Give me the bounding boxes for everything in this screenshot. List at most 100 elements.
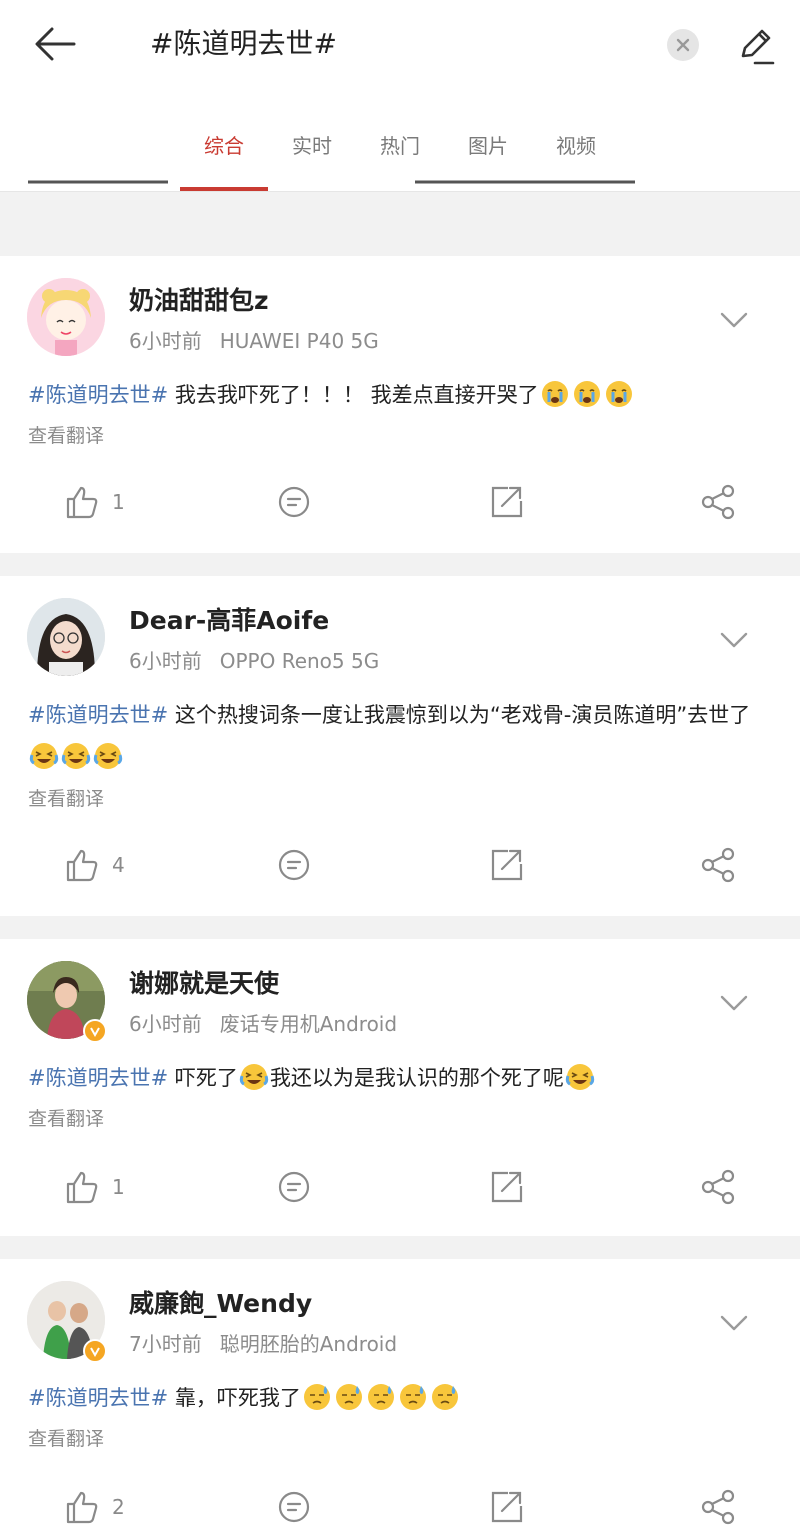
post-device: 聪明胚胎的Android [219,1332,398,1356]
compose-button[interactable] [733,24,777,68]
translate-link[interactable]: 查看翻译 [28,1105,104,1133]
crying-face-icon [573,381,600,407]
like-count: 4 [112,853,125,877]
share-out-icon [491,1491,523,1523]
chevron-down-icon[interactable] [718,628,750,652]
post-meta: 7小时前 聪明胚胎的Android [129,1330,397,1358]
thumbs-up-icon [66,486,98,519]
laughing-tears-face-icon [61,743,91,769]
comment-button[interactable] [276,482,312,522]
avatar[interactable] [27,278,105,356]
chevron-down-icon[interactable] [718,308,750,332]
tab-comprehensive[interactable]: 综合 [180,128,268,191]
like-button[interactable]: 4 [64,845,125,885]
translate-link[interactable]: 查看翻译 [28,785,104,813]
post-device: HUAWEI P40 5G [219,329,379,353]
sweat-face-icon [367,1384,394,1410]
repost-button[interactable] [488,1487,524,1527]
back-button[interactable] [30,22,80,66]
like-button[interactable]: 1 [64,1167,125,1207]
tab-hot[interactable]: 热门 [356,128,444,191]
post-content: #陈道明去世# 靠，吓死我了 [28,1377,773,1419]
share-button[interactable] [700,845,736,885]
hashtag-link[interactable]: #陈道明去世# [28,1066,168,1090]
username[interactable]: 威廉飽_Wendy [129,1287,312,1321]
tab-images[interactable]: 图片 [444,128,532,191]
sweat-face-icon [335,1384,362,1410]
like-count: 1 [112,490,125,514]
username[interactable]: 奶油甜甜包z [129,284,269,318]
comment-icon [278,1491,310,1523]
share-out-icon [491,849,523,881]
verified-badge-icon [83,1019,107,1043]
avatar[interactable] [27,598,105,676]
share-button[interactable] [700,1167,736,1207]
username[interactable]: 谢娜就是天使 [129,967,279,1001]
post-text: 吓死了 [174,1066,238,1090]
thumbs-up-icon [66,1491,98,1524]
post-device: OPPO Reno5 5G [219,649,380,673]
repost-button[interactable] [488,845,524,885]
post-time: 6小时前 [129,649,202,673]
like-count: 1 [112,1175,125,1199]
comment-icon [278,1171,310,1203]
chevron-down-icon[interactable] [718,1311,750,1335]
laughing-tears-face-icon [29,743,59,769]
hashtag-link[interactable]: #陈道明去世# [28,1386,168,1410]
previous-content-peek [28,172,168,191]
post-content: #陈道明去世# 这个热搜词条一度让我震惊到以为“老戏骨-演员陈道明”去世了 [28,694,773,778]
comment-button[interactable] [276,1487,312,1527]
sweat-face-icon [303,1384,330,1410]
share-icon [701,847,735,883]
like-count: 2 [112,1495,125,1519]
verified-badge-icon [83,1339,107,1363]
like-button[interactable]: 2 [64,1487,125,1527]
share-button[interactable] [700,482,736,522]
pencil-icon [741,29,775,65]
thumbs-up-icon [66,849,98,882]
post-meta: 6小时前 HUAWEI P40 5G [129,327,379,355]
repost-button[interactable] [488,482,524,522]
search-query[interactable]: #陈道明去世# [150,22,337,66]
laughing-tears-face-icon [93,743,123,769]
laughing-tears-face-icon [239,1064,269,1090]
tab-videos[interactable]: 视频 [532,128,620,191]
sweat-face-icon [399,1384,426,1410]
post-text: 我去我吓死了！！！ 我差点直接开哭了 [174,383,539,407]
post-text: 靠，吓死我了 [174,1386,301,1410]
crying-face-icon [605,381,632,407]
sweat-face-icon [431,1384,458,1410]
username[interactable]: Dear-高菲Aoife [129,604,329,638]
crying-face-icon [541,381,568,407]
share-button[interactable] [700,1487,736,1527]
share-icon [701,1489,735,1525]
translate-link[interactable]: 查看翻译 [28,1425,104,1453]
post-meta: 6小时前 OPPO Reno5 5G [129,647,379,675]
translate-link[interactable]: 查看翻译 [28,422,104,450]
comment-icon [278,486,310,518]
repost-button[interactable] [488,1167,524,1207]
share-icon [701,1169,735,1205]
post-text: 这个热搜词条一度让我震惊到以为“老戏骨-演员陈道明”去世了 [174,703,751,727]
clear-search-button[interactable] [667,29,699,61]
post-text-continued: 我还以为是我认识的那个死了呢 [269,1066,564,1090]
hashtag-link[interactable]: #陈道明去世# [28,703,168,727]
post-card: 谢娜就是天使 6小时前 废话专用机Android #陈道明去世# 吓死了 我还以为是… [0,939,800,1236]
arrow-left-icon [35,27,76,61]
share-icon [701,484,735,520]
share-out-icon [491,1171,523,1203]
tab-bar: 综合 实时 热门 图片 视频 [180,128,620,191]
comment-button[interactable] [276,845,312,885]
comment-button[interactable] [276,1167,312,1207]
tab-realtime[interactable]: 实时 [268,128,356,191]
chevron-down-icon[interactable] [718,991,750,1015]
close-icon [676,38,690,52]
thumbs-up-icon [66,1171,98,1204]
like-button[interactable]: 1 [64,482,125,522]
post-time: 7小时前 [129,1332,202,1356]
post-content: #陈道明去世# 我去我吓死了！！！ 我差点直接开哭了 [28,374,773,416]
post-meta: 6小时前 废话专用机Android [129,1010,397,1038]
post-device: 废话专用机Android [219,1012,398,1036]
hashtag-link[interactable]: #陈道明去世# [28,383,168,407]
post-time: 6小时前 [129,1012,202,1036]
